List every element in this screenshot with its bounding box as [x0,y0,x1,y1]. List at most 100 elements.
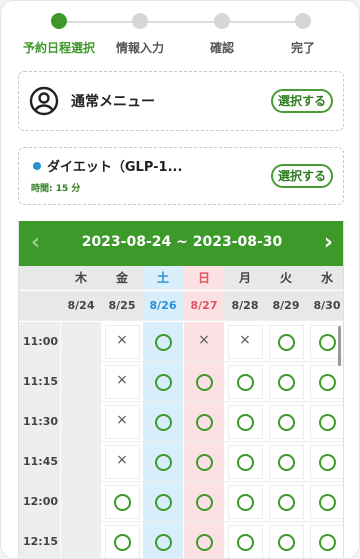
step-schedule: 予約日程選択 [19,13,99,56]
slot-cell[interactable] [266,482,306,521]
available-circle-icon[interactable] [278,414,295,431]
slot-cell[interactable] [307,362,343,401]
slot-cell[interactable] [143,442,183,481]
date-cell: 8/24 [67,299,95,312]
slot-cell[interactable] [184,522,224,558]
step-dot [214,13,230,29]
available-circle-icon[interactable] [196,374,213,391]
available-circle-icon[interactable] [237,454,254,471]
slot-cell[interactable] [225,522,265,558]
slot-cell[interactable] [266,362,306,401]
available-circle-icon[interactable] [155,494,172,511]
booking-calendar: ‹ 2023-08-24 ~ 2023-08-30 › 木 金 土 日 月 火 … [18,221,344,558]
slot-cell [61,442,101,481]
date-cell: 8/27 [184,291,224,320]
available-circle-icon[interactable] [278,534,295,551]
user-circle-icon [29,86,59,116]
slot-cell: × [102,442,142,481]
slot-cell[interactable] [102,482,142,521]
available-circle-icon[interactable] [319,454,336,471]
course-duration: 時間: 15 分 [31,184,81,194]
date-cell: 8/26 [143,291,183,320]
slot-cell: × [102,322,142,361]
available-circle-icon[interactable] [196,494,213,511]
available-circle-icon[interactable] [155,334,172,351]
available-circle-icon[interactable] [196,454,213,471]
slot-cell[interactable] [307,482,343,521]
unavailable-cross-icon: × [116,412,128,428]
weekday-sun: 日 [184,266,224,289]
available-circle-icon[interactable] [114,534,131,551]
available-circle-icon[interactable] [319,374,336,391]
menu-card: 通常メニュー 選択する [18,71,344,131]
course-select-button[interactable]: 選択する [271,164,333,188]
available-circle-icon[interactable] [278,374,295,391]
slot-cell[interactable] [143,522,183,558]
unavailable-cross-icon: × [116,372,128,388]
available-circle-icon[interactable] [155,414,172,431]
available-circle-icon[interactable] [237,374,254,391]
slot-cell[interactable] [184,482,224,521]
slot-cell [61,362,101,401]
time-label: 11:45 [19,442,60,481]
slot-cell[interactable] [266,322,306,361]
unavailable-cross-icon: × [116,452,128,468]
calendar-scrollbar[interactable] [338,326,341,366]
slot-cell[interactable] [143,402,183,441]
available-circle-icon[interactable] [278,334,295,351]
slot-cell[interactable] [266,522,306,558]
slot-cell[interactable] [143,482,183,521]
available-circle-icon[interactable] [319,414,336,431]
calendar-header: ‹ 2023-08-24 ~ 2023-08-30 › [19,221,343,266]
slot-cell[interactable] [184,402,224,441]
available-circle-icon[interactable] [319,494,336,511]
slot-cell[interactable] [307,442,343,481]
available-circle-icon[interactable] [278,454,295,471]
time-row: 12:00 [19,482,343,522]
available-circle-icon[interactable] [196,534,213,551]
progress-stepper: 予約日程選択 情報入力 確認 完了 [19,13,343,57]
step-dot [132,13,148,29]
slot-cell[interactable] [102,522,142,558]
available-circle-icon[interactable] [237,494,254,511]
available-circle-icon[interactable] [319,334,336,351]
available-circle-icon[interactable] [319,534,336,551]
next-week-chevron-icon[interactable]: › [324,230,333,255]
slot-cell[interactable] [225,482,265,521]
slot-cell[interactable] [184,362,224,401]
available-circle-icon[interactable] [278,494,295,511]
slot-cell[interactable] [225,402,265,441]
slot-cell[interactable] [143,322,183,361]
step-confirm: 確認 [182,13,262,56]
available-circle-icon[interactable] [196,414,213,431]
available-circle-icon[interactable] [114,494,131,511]
date-cell: 8/28 [231,299,259,312]
weekday-thu: 木 [74,271,87,285]
slot-cell: × [225,322,265,361]
available-circle-icon[interactable] [155,374,172,391]
slot-cell[interactable] [184,442,224,481]
slot-cell[interactable] [307,402,343,441]
available-circle-icon[interactable] [237,534,254,551]
menu-select-button[interactable]: 選択する [271,89,333,113]
slot-cell: × [102,362,142,401]
date-cell: 8/30 [313,299,341,312]
available-circle-icon[interactable] [155,454,172,471]
available-circle-icon[interactable] [237,414,254,431]
available-circle-icon[interactable] [155,534,172,551]
slot-cell[interactable] [225,442,265,481]
time-row: 12:15 [19,522,343,558]
step-label: 予約日程選択 [22,41,95,55]
slot-cell[interactable] [266,442,306,481]
course-dot-icon [33,162,41,170]
step-dot [295,13,311,29]
weekday-mon: 月 [238,271,251,285]
slot-cell[interactable] [143,362,183,401]
course-title: ダイエット（GLP-1... [47,160,183,175]
slot-cell[interactable] [225,362,265,401]
slot-cell[interactable] [307,522,343,558]
slot-cell[interactable] [266,402,306,441]
slot-cell [61,482,101,521]
step-dot [51,13,67,29]
unavailable-cross-icon: × [239,332,251,348]
